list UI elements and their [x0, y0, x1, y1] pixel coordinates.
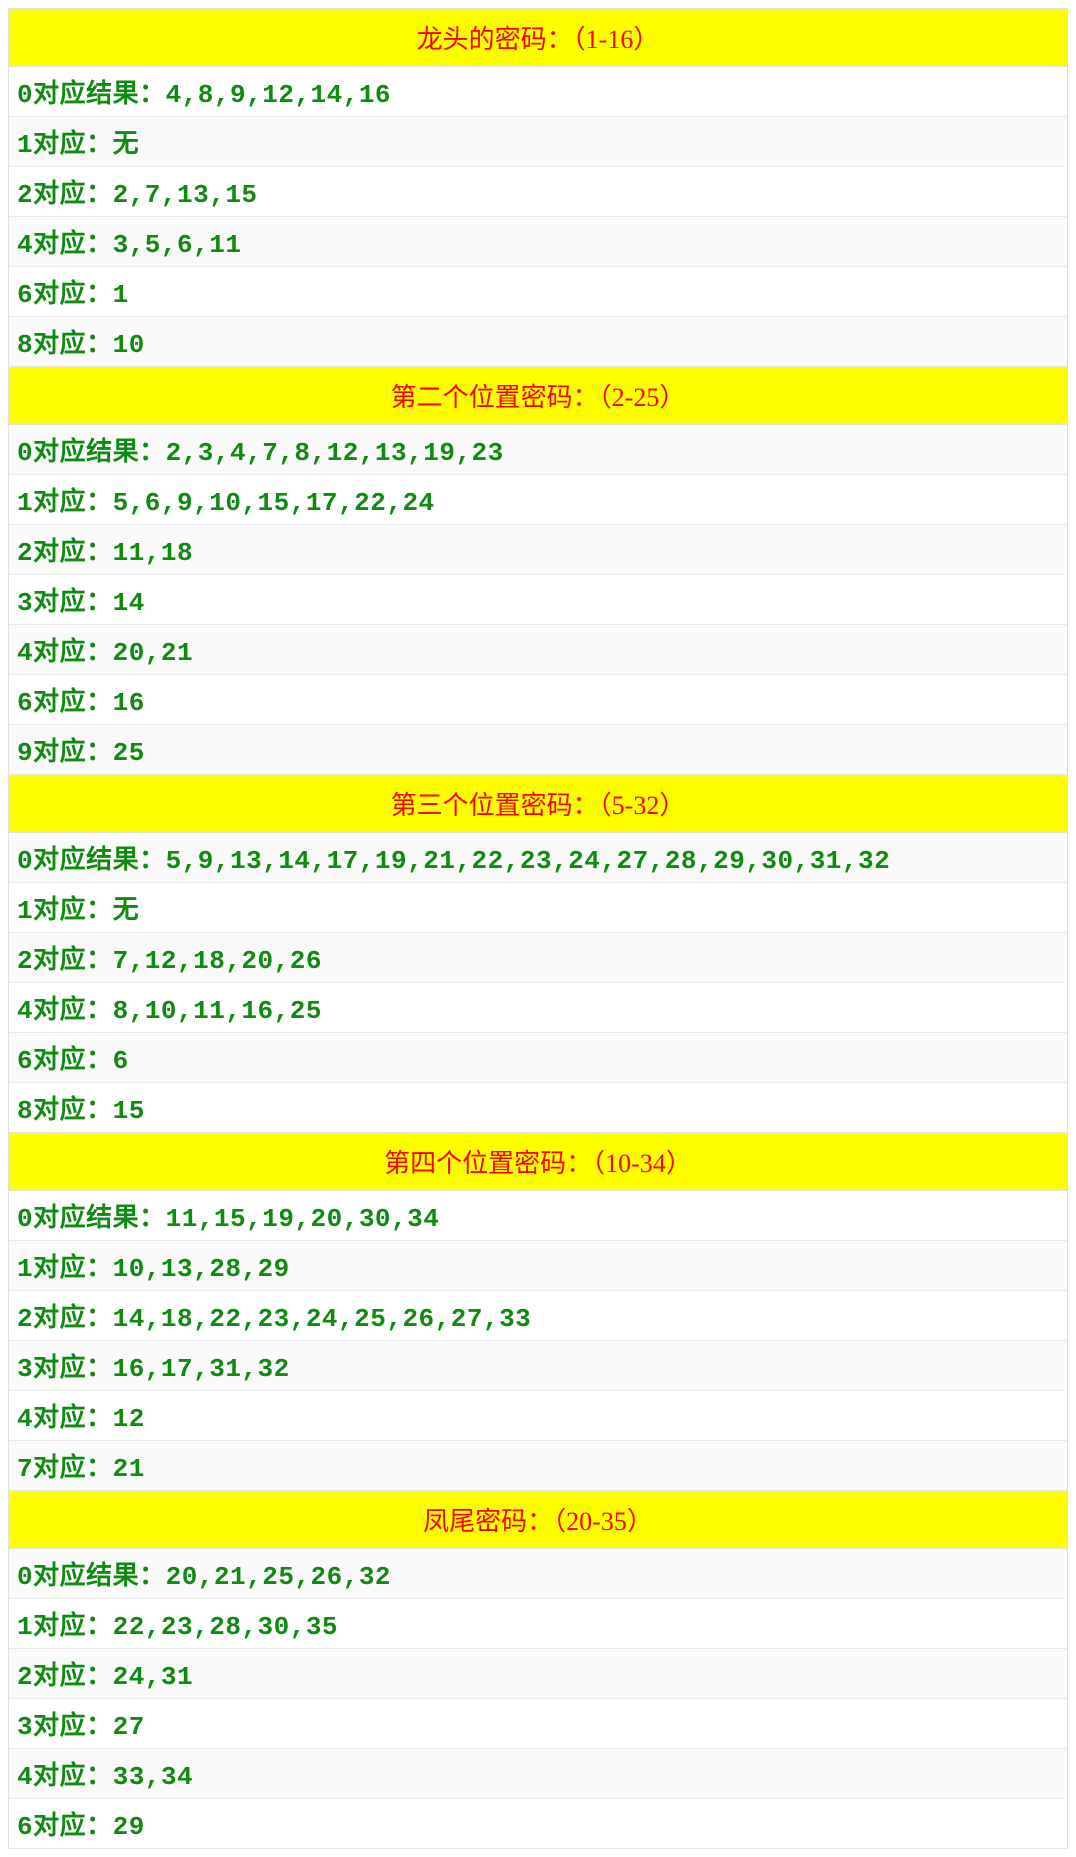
- table-row: 7对应：21: [8, 1441, 1068, 1491]
- table-row: 3对应：27: [8, 1699, 1068, 1749]
- table-row: 0对应结果：20,21,25,26,32: [8, 1549, 1068, 1599]
- table-row: 1对应：22,23,28,30,35: [8, 1599, 1068, 1649]
- table-row: 3对应：14: [8, 575, 1068, 625]
- table-row: 4对应：12: [8, 1391, 1068, 1441]
- table-row: 4对应：8,10,11,16,25: [8, 983, 1068, 1033]
- table-row: 8对应：10: [8, 317, 1068, 367]
- table-row: 1对应：5,6,9,10,15,17,22,24: [8, 475, 1068, 525]
- table-row: 0对应结果：5,9,13,14,17,19,21,22,23,24,27,28,…: [8, 833, 1068, 883]
- data-table: 龙头的密码：（1-16）0对应结果：4,8,9,12,14,161对应：无2对应…: [8, 8, 1068, 1849]
- section-header: 第三个位置密码：（5-32）: [8, 775, 1068, 833]
- table-row: 0对应结果：4,8,9,12,14,16: [8, 67, 1068, 117]
- table-row: 6对应：29: [8, 1799, 1068, 1849]
- main-container: 龙头的密码：（1-16）0对应结果：4,8,9,12,14,161对应：无2对应…: [0, 0, 1076, 1857]
- table-row: 2对应：14,18,22,23,24,25,26,27,33: [8, 1291, 1068, 1341]
- table-row: 6对应：16: [8, 675, 1068, 725]
- table-row: 4对应：20,21: [8, 625, 1068, 675]
- section-header: 凤尾密码：（20-35）: [8, 1491, 1068, 1549]
- table-row: 0对应结果：2,3,4,7,8,12,13,19,23: [8, 425, 1068, 475]
- table-row: 1对应：10,13,28,29: [8, 1241, 1068, 1291]
- table-row: 2对应：2,7,13,15: [8, 167, 1068, 217]
- table-row: 6对应：6: [8, 1033, 1068, 1083]
- table-row: 9对应：25: [8, 725, 1068, 775]
- table-row: 4对应：3,5,6,11: [8, 217, 1068, 267]
- table-row: 0对应结果：11,15,19,20,30,34: [8, 1191, 1068, 1241]
- table-row: 2对应：24,31: [8, 1649, 1068, 1699]
- section-header: 第四个位置密码：（10-34）: [8, 1133, 1068, 1191]
- table-row: 8对应：15: [8, 1083, 1068, 1133]
- table-row: 1对应：无: [8, 117, 1068, 167]
- table-row: 2对应：7,12,18,20,26: [8, 933, 1068, 983]
- table-row: 4对应：33,34: [8, 1749, 1068, 1799]
- table-row: 6对应：1: [8, 267, 1068, 317]
- table-row: 2对应：11,18: [8, 525, 1068, 575]
- table-row: 1对应：无: [8, 883, 1068, 933]
- section-header: 龙头的密码：（1-16）: [8, 8, 1068, 67]
- table-row: 3对应：16,17,31,32: [8, 1341, 1068, 1391]
- section-header: 第二个位置密码：（2-25）: [8, 367, 1068, 425]
